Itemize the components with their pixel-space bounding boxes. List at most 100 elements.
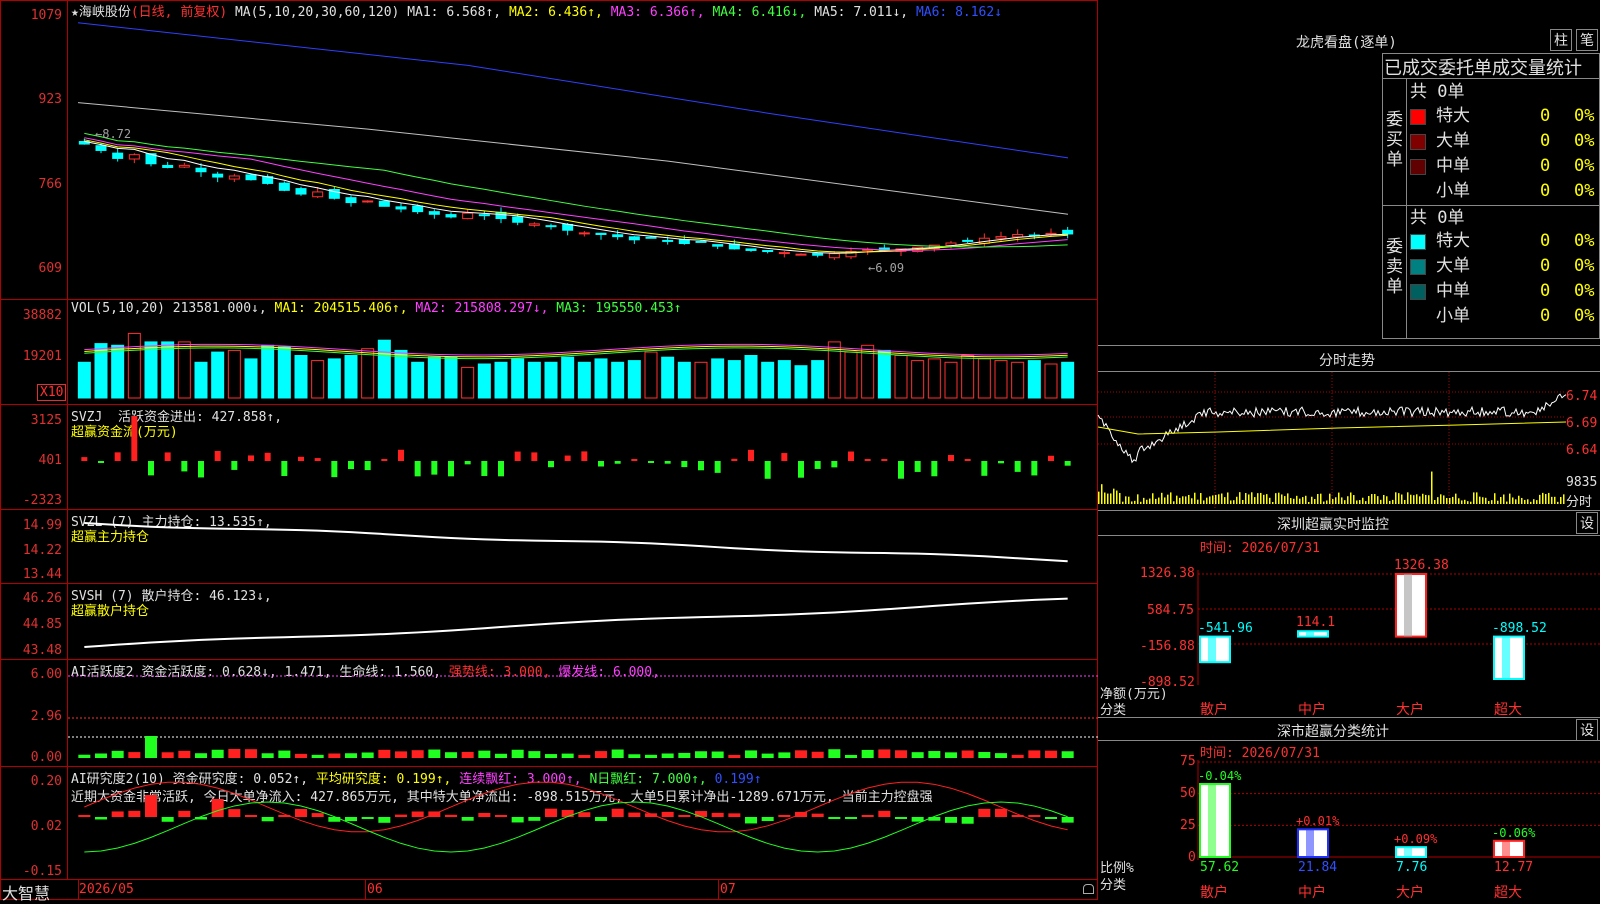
candle-up xyxy=(995,236,1007,239)
intraday-volume-bar xyxy=(1428,495,1430,504)
research-bar xyxy=(628,812,641,817)
activity-bar xyxy=(411,750,424,758)
research-bar xyxy=(961,817,974,824)
svzj-axis-label: 401 xyxy=(38,453,62,468)
fund-flow-bar xyxy=(648,461,654,463)
ma-line xyxy=(84,140,1068,254)
activity-bar xyxy=(978,752,991,758)
fund-flow-chart[interactable] xyxy=(68,405,1098,509)
class-change-label: +0.09% xyxy=(1394,832,1438,847)
volume-bar xyxy=(244,358,258,399)
ma6-line xyxy=(77,22,1069,159)
intraday-volume-bar xyxy=(1332,499,1334,504)
volume-bar xyxy=(627,360,641,399)
intraday-volume-bar xyxy=(1191,498,1193,504)
intraday-volume-bar xyxy=(1233,500,1235,504)
sell-color-swatch xyxy=(1410,284,1426,300)
fund-flow-bar xyxy=(198,461,204,478)
research-bar xyxy=(811,813,824,817)
volume-chart[interactable] xyxy=(68,300,1098,404)
intraday-volume-bar xyxy=(1506,501,1508,504)
intraday-volume-bar xyxy=(1155,498,1157,504)
sell-side-label: 委卖单 xyxy=(1386,237,1403,297)
retail-position-chart[interactable] xyxy=(68,584,1098,659)
svzj-axis-label: 3125 xyxy=(30,413,62,428)
intraday-volume-bar xyxy=(1455,493,1457,504)
class-settings-button[interactable]: 设 xyxy=(1576,719,1598,741)
fund-flow-bar xyxy=(781,453,788,461)
activity-bar xyxy=(761,753,774,758)
activity-bar xyxy=(1061,751,1074,758)
fenshi-axis-label: 6.74 xyxy=(1566,389,1598,404)
monitor-axis-label: 584.75 xyxy=(1147,603,1194,618)
intraday-volume-bar xyxy=(1140,501,1142,504)
research-chart[interactable] xyxy=(68,767,1098,879)
buy-row-count: 0 xyxy=(1540,156,1551,176)
volume-bar xyxy=(261,344,275,399)
intraday-volume-bar xyxy=(1296,495,1298,504)
activity-bar xyxy=(545,754,557,758)
fund-flow-bar xyxy=(481,461,488,476)
lhb-subtitle: 已成交委托单成交量统计 xyxy=(1384,58,1582,79)
candle-down xyxy=(612,234,624,238)
research-bar xyxy=(145,795,157,817)
price-axis-label: 766 xyxy=(38,177,62,192)
main-position-chart[interactable] xyxy=(68,510,1098,583)
candle-down xyxy=(595,232,607,235)
activity-bar xyxy=(611,749,624,758)
lhb-hline xyxy=(1382,78,1600,79)
activity-bar xyxy=(528,751,541,758)
column-view-button[interactable]: 柱 xyxy=(1550,29,1572,51)
activity-bar xyxy=(228,749,241,758)
intraday-volume-bar xyxy=(1125,496,1127,504)
candle-up xyxy=(578,232,590,235)
intraday-volume-bar xyxy=(1131,501,1133,504)
date-tick xyxy=(78,880,79,900)
intraday-volume-bar xyxy=(1194,492,1196,504)
tick-view-button[interactable]: 笔 xyxy=(1576,29,1598,51)
sell-color-swatch xyxy=(1410,234,1426,250)
activity-chart[interactable] xyxy=(68,660,1098,766)
monitor-value-label: -898.52 xyxy=(1492,620,1547,636)
intraday-chart[interactable] xyxy=(1097,372,1567,510)
intraday-volume-bar xyxy=(1398,493,1400,504)
svzl-axis-label: 14.99 xyxy=(22,518,62,533)
candle-up xyxy=(312,191,324,198)
buy-row-name: 特大 xyxy=(1436,106,1470,126)
price-chart[interactable] xyxy=(68,0,1098,298)
intraday-volume-bar xyxy=(1395,492,1397,504)
research-bar xyxy=(711,812,724,817)
research-bar xyxy=(78,815,91,817)
intraday-volume-bar xyxy=(1152,493,1154,504)
monitor-settings-button[interactable]: 设 xyxy=(1576,512,1598,534)
research-bar xyxy=(995,808,1007,817)
fund-flow-bar xyxy=(914,461,921,472)
research-bar xyxy=(511,817,524,823)
candle-down xyxy=(95,145,107,151)
research-bar xyxy=(728,813,741,817)
volume-bar xyxy=(1044,363,1058,399)
date-label: 07 xyxy=(720,882,736,897)
lock-icon[interactable] xyxy=(1083,884,1094,894)
activity-bar xyxy=(745,750,757,758)
research-bar xyxy=(228,809,241,817)
candle-down xyxy=(478,214,490,217)
research-bar xyxy=(345,817,357,822)
intraday-volume-bar xyxy=(1536,500,1538,504)
candle-down xyxy=(112,152,124,159)
monitor-bar-shade xyxy=(1208,636,1216,663)
intraday-volume-bar xyxy=(1128,496,1130,504)
fund-flow-bar xyxy=(514,451,521,461)
sell-row-count: 0 xyxy=(1540,306,1551,326)
intraday-volume-bar xyxy=(1497,500,1499,504)
fund-flow-bar xyxy=(181,461,188,472)
fund-flow-bar xyxy=(414,461,421,477)
volume-bar xyxy=(127,332,141,399)
candle-down xyxy=(662,239,674,242)
intraday-volume-bar xyxy=(1374,494,1376,504)
class-change-label: +0.01% xyxy=(1296,814,1340,829)
intraday-volume-bar xyxy=(1440,494,1442,504)
intraday-volume-bar xyxy=(1416,494,1418,504)
research-bar xyxy=(745,817,757,824)
intraday-volume-bar xyxy=(1407,492,1409,504)
